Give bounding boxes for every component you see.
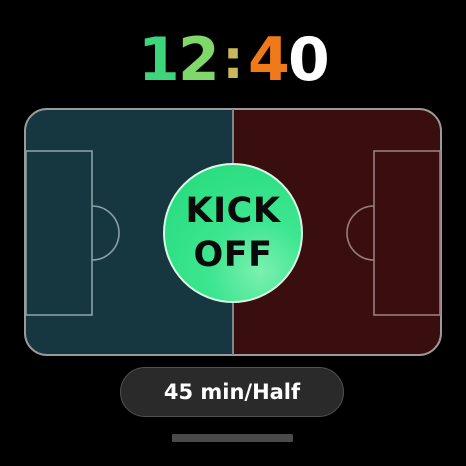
kickoff-label-line2: OFF: [193, 235, 273, 275]
scroll-indicator: [172, 434, 293, 442]
kickoff-label-line1: KICK: [185, 191, 281, 231]
clock-digit-3: 4: [248, 25, 290, 95]
half-duration-label: 45 min/Half: [163, 380, 301, 404]
match-clock: 1 2 : 4 0: [0, 22, 466, 98]
kickoff-button[interactable]: KICK OFF: [163, 163, 303, 303]
clock-digit-2: 2: [178, 25, 220, 95]
half-duration-button[interactable]: 45 min/Half: [120, 367, 344, 417]
clock-digit-1: 1: [138, 25, 180, 95]
clock-separator: :: [222, 28, 244, 91]
clock-digit-4: 0: [288, 25, 330, 95]
